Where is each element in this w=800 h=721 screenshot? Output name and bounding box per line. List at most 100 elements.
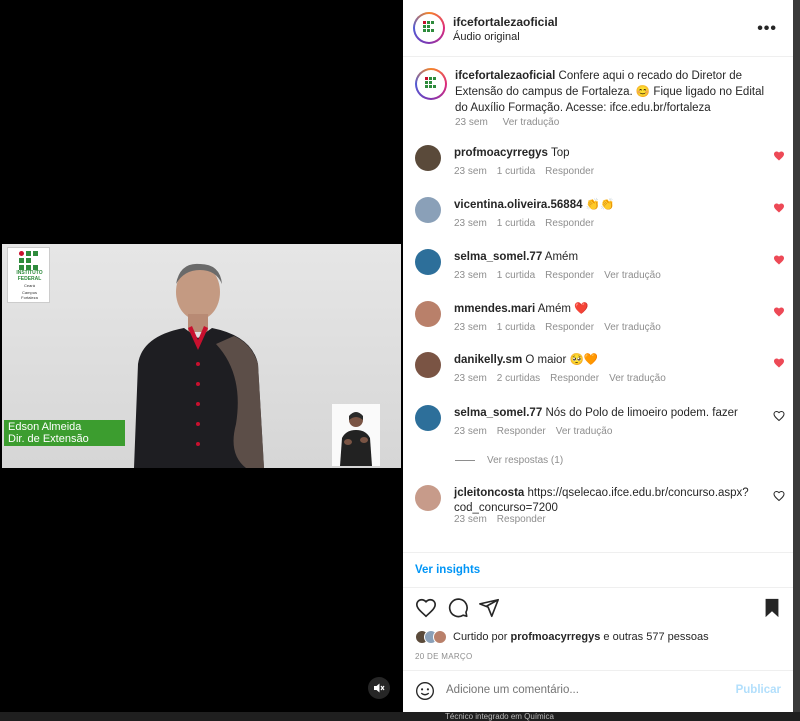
comment-time: 23 sem xyxy=(454,373,487,384)
comment-username[interactable]: vicentina.oliveira.56884 xyxy=(454,199,583,211)
comment-likes-link[interactable]: 1 curtida xyxy=(497,218,535,229)
comment-translate-link[interactable]: Ver tradução xyxy=(556,426,613,437)
comment-input[interactable] xyxy=(446,684,726,696)
comment-like-heart-icon[interactable] xyxy=(773,490,785,502)
comment-translate-link[interactable]: Ver tradução xyxy=(604,322,661,333)
comment-time: 23 sem xyxy=(454,218,487,229)
commenter-avatar[interactable] xyxy=(415,352,441,378)
comment-time: 23 sem xyxy=(454,166,487,177)
speaker-figure xyxy=(134,263,264,468)
likes-user[interactable]: profmoacyrregys xyxy=(510,631,600,643)
more-options-icon[interactable]: ••• xyxy=(757,20,777,38)
comment-likes-link[interactable]: 2 curtidas xyxy=(497,373,540,384)
commenter-avatar[interactable] xyxy=(415,197,441,223)
divider xyxy=(403,552,793,553)
likes-suffix[interactable]: e outras 577 pessoas xyxy=(600,631,708,643)
publish-button[interactable]: Publicar xyxy=(736,684,781,696)
comment-item: mmendes.mari Amém ❤️ 23 sem 1 curtida Respo… xyxy=(415,301,785,349)
caption-meta: 23 sem Ver tradução xyxy=(455,117,571,128)
post-actions xyxy=(415,597,781,621)
speaker-name: Edson Almeida xyxy=(8,421,82,433)
replies-divider xyxy=(455,460,475,461)
comment-username[interactable]: jcleitoncosta xyxy=(454,487,524,499)
caption-username[interactable]: ifcefortalezaoficial xyxy=(455,70,555,82)
comment-body: vicentina.oliveira.56884 👏👏 xyxy=(454,198,754,213)
comment-reply-link[interactable]: Responder xyxy=(545,218,594,229)
comment-likes-link[interactable]: 1 curtida xyxy=(497,166,535,177)
comment-reply-link[interactable]: Responder xyxy=(545,270,594,281)
view-replies-link[interactable]: Ver respostas (1) xyxy=(455,455,563,466)
caption-time: 23 sem xyxy=(455,117,488,128)
comment-like-heart-icon[interactable] xyxy=(773,306,785,318)
bookmark-save-icon[interactable] xyxy=(761,597,783,619)
comment-reply-link[interactable]: Responder xyxy=(497,514,546,525)
comment-text: 👏👏 xyxy=(585,199,615,211)
video-player[interactable]: INSTITUTO FEDERAL Ceará Campus Fortaleza… xyxy=(0,0,403,712)
divider xyxy=(403,587,793,588)
post-date[interactable]: 20 DE MARÇO xyxy=(415,652,473,661)
comment-item: selma_somel.77 Nós do Polo de limoeiro p… xyxy=(415,405,785,453)
comment-meta: 23 sem Responder Ver tradução xyxy=(454,426,622,437)
comment-username[interactable]: mmendes.mari xyxy=(454,303,535,315)
commenter-avatar[interactable] xyxy=(415,249,441,275)
commenter-avatar[interactable] xyxy=(415,405,441,431)
commenter-avatar[interactable] xyxy=(415,145,441,171)
speaker-role: Dir. de Extensão xyxy=(8,433,89,445)
comment-like-heart-icon[interactable] xyxy=(773,410,785,422)
if-logo-icon xyxy=(425,77,437,91)
comment-reply-link[interactable]: Responder xyxy=(497,426,546,437)
speaker-name-banner: Edson Almeida Dir. de Extensão xyxy=(4,420,125,446)
comment-reply-link[interactable]: Responder xyxy=(550,373,599,384)
comment-username[interactable]: danikelly.sm xyxy=(454,354,522,366)
view-insights-link[interactable]: Ver insights xyxy=(415,564,480,576)
comment-text: Top xyxy=(550,147,570,159)
logo-line-3: Ceará xyxy=(24,283,35,288)
video-frame[interactable]: INSTITUTO FEDERAL Ceará Campus Fortaleza… xyxy=(2,244,401,468)
comment-username[interactable]: selma_somel.77 xyxy=(454,407,542,419)
comment-like-heart-icon[interactable] xyxy=(773,202,785,214)
commenter-avatar[interactable] xyxy=(415,485,441,511)
comment-item: jcleitoncosta https://qselecao.ifce.edu.… xyxy=(415,485,785,533)
comment-text: Amém xyxy=(544,251,579,263)
mute-toggle-button[interactable] xyxy=(368,677,390,699)
account-avatar[interactable] xyxy=(413,12,445,44)
view-replies-label[interactable]: Ver respostas (1) xyxy=(487,455,563,466)
institute-logo: INSTITUTO FEDERAL Ceará Campus Fortaleza xyxy=(7,247,50,303)
comment-reply-link[interactable]: Responder xyxy=(545,322,594,333)
comment-time: 23 sem xyxy=(454,270,487,281)
comment-like-heart-icon[interactable] xyxy=(773,357,785,369)
comment-username[interactable]: selma_somel.77 xyxy=(454,251,542,263)
emoji-icon[interactable] xyxy=(415,681,435,701)
comment-text: O maior 🥺🧡 xyxy=(525,354,599,366)
comment-item: vicentina.oliveira.56884 👏👏 23 sem 1 curti… xyxy=(415,197,785,245)
comments-list[interactable]: ifcefortalezaoficial Confere aqui o reca… xyxy=(403,57,793,552)
speaker-muted-icon xyxy=(374,683,385,693)
comment-translate-link[interactable]: Ver tradução xyxy=(604,270,661,281)
comment-time: 23 sem xyxy=(454,426,487,437)
caption-translate-link[interactable]: Ver tradução xyxy=(503,117,560,128)
comment-likes-link[interactable]: 1 curtida xyxy=(497,322,535,333)
comment-like-heart-icon[interactable] xyxy=(773,254,785,266)
comment-meta: 23 sem 1 curtida Responder xyxy=(454,218,604,229)
comment-likes-link[interactable]: 1 curtida xyxy=(497,270,535,281)
comment-translate-link[interactable]: Ver tradução xyxy=(609,373,666,384)
comment-item: danikelly.sm O maior 🥺🧡 23 sem 2 curtidas R… xyxy=(415,352,785,400)
likes-summary[interactable]: Curtido por profmoacyrregys e outras 577… xyxy=(415,630,709,644)
comment-body: selma_somel.77 Amém xyxy=(454,250,754,265)
add-comment-bar: Publicar xyxy=(403,670,793,712)
share-send-icon[interactable] xyxy=(478,597,500,619)
caption-avatar[interactable] xyxy=(415,68,447,100)
like-heart-icon[interactable] xyxy=(415,597,437,619)
commenter-avatar[interactable] xyxy=(415,301,441,327)
comment-username[interactable]: profmoacyrregys xyxy=(454,147,548,159)
account-username[interactable]: ifcefortalezaoficial xyxy=(453,15,558,29)
likes-prefix: Curtido por xyxy=(453,631,511,643)
comment-reply-link[interactable]: Responder xyxy=(545,166,594,177)
audio-label[interactable]: Áudio original xyxy=(453,31,520,43)
post-panel: ifcefortalezaoficial Áudio original ••• … xyxy=(403,0,793,712)
comment-like-heart-icon[interactable] xyxy=(773,150,785,162)
comment-bubble-icon[interactable] xyxy=(447,597,469,619)
liker-avatar xyxy=(433,630,447,644)
comment-body: selma_somel.77 Nós do Polo de limoeiro p… xyxy=(454,406,754,421)
comment-text: Amém ❤️ xyxy=(537,303,589,315)
